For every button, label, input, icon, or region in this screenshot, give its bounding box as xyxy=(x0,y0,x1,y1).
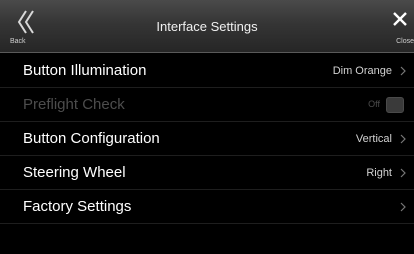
toggle-knob xyxy=(386,97,404,113)
close-icon xyxy=(393,12,407,26)
chevron-right-icon xyxy=(400,66,406,76)
close-button[interactable]: Close xyxy=(374,3,414,49)
setting-label: Button Configuration xyxy=(23,130,160,147)
setting-value: Right xyxy=(366,167,392,179)
setting-row-steering-wheel[interactable]: Steering Wheel Right xyxy=(0,156,414,190)
setting-row-preflight-check: Preflight Check Off xyxy=(0,88,414,122)
page-title: Interface Settings xyxy=(156,19,258,34)
header-bar: Back Interface Settings Close xyxy=(0,0,414,53)
setting-row-button-illumination[interactable]: Button Illumination Dim Orange xyxy=(0,54,414,88)
setting-label: Steering Wheel xyxy=(23,164,126,181)
close-label: Close xyxy=(396,38,414,45)
setting-label: Factory Settings xyxy=(23,198,132,215)
setting-label: Preflight Check xyxy=(23,96,125,113)
chevron-right-icon xyxy=(400,202,406,212)
setting-row-factory-settings[interactable]: Factory Settings xyxy=(0,190,414,224)
chevron-right-icon xyxy=(400,168,406,178)
setting-label: Button Illumination xyxy=(23,62,147,79)
setting-row-button-configuration[interactable]: Button Configuration Vertical xyxy=(0,122,414,156)
setting-value: Dim Orange xyxy=(332,65,392,77)
chevron-right-icon xyxy=(400,134,406,144)
toggle-state: Off xyxy=(368,99,380,109)
setting-value: Vertical xyxy=(355,133,392,145)
settings-list: Button Illumination Dim Orange Preflight… xyxy=(0,54,414,224)
